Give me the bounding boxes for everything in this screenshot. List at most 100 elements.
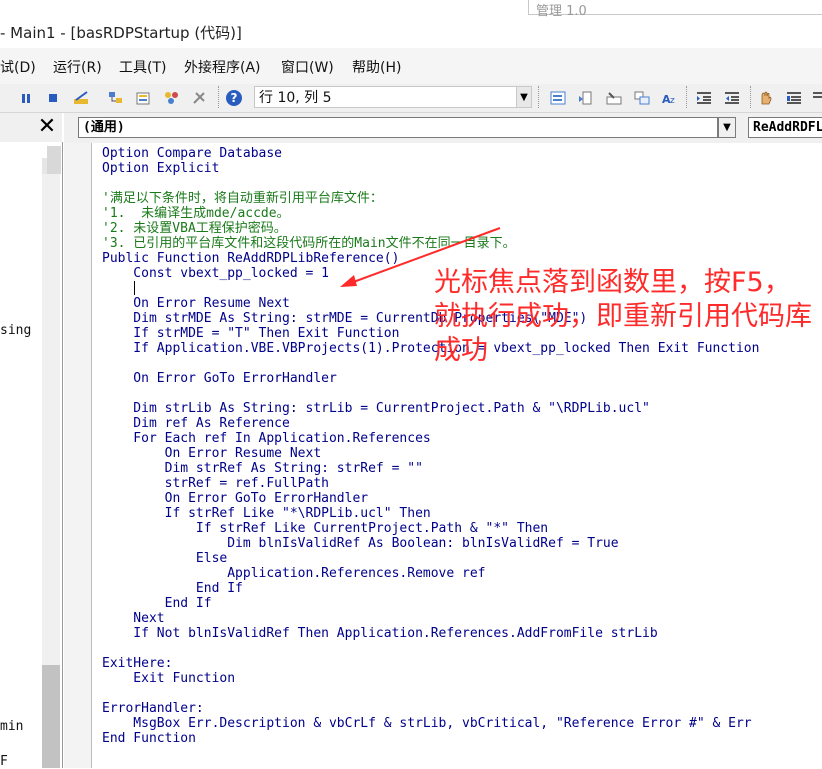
menu-help[interactable]: 帮助(H) bbox=[352, 57, 401, 77]
code-token: Else bbox=[102, 551, 228, 566]
code-token: On Error GoTo ErrorHandler bbox=[102, 371, 337, 386]
object-combo-chevron-down-icon[interactable]: ▼ bbox=[718, 117, 736, 138]
project-explorer-icon[interactable] bbox=[106, 88, 126, 108]
code-token: If strMDE = "T" Then Exit Function bbox=[102, 326, 400, 341]
quick-info-icon[interactable] bbox=[604, 88, 624, 108]
properties-icon[interactable] bbox=[134, 88, 154, 108]
code-comment: '1. 未编译生成mde/accde。 bbox=[102, 206, 290, 221]
code-line[interactable]: If strRef Like "*\RDPLib.ucl" Then bbox=[102, 506, 759, 521]
parameter-info-icon[interactable] bbox=[632, 88, 652, 108]
code-token: Dim strRef As String: strRef = "" bbox=[102, 461, 423, 476]
code-token: Exit Function bbox=[102, 671, 236, 686]
text-caret bbox=[134, 281, 135, 295]
code-token: If Not blnIsValidRef Then Application.Re… bbox=[102, 626, 658, 641]
toolbar-separator bbox=[218, 86, 221, 108]
code-line[interactable]: ​ bbox=[102, 176, 759, 191]
code-token: On Error Resume Next bbox=[102, 296, 290, 311]
code-token: Dim strLib As String: strLib = CurrentPr… bbox=[102, 401, 650, 416]
project-pane-scroll-thumb[interactable] bbox=[42, 665, 60, 768]
code-line[interactable]: On Error Resume Next bbox=[102, 446, 759, 461]
code-line[interactable]: Application.References.Remove ref bbox=[102, 566, 759, 581]
object-browser-icon[interactable] bbox=[162, 88, 182, 108]
code-line[interactable]: Option Explicit bbox=[102, 161, 759, 176]
toolbar-options-chevron-icon[interactable]: ▼ bbox=[516, 86, 532, 108]
code-token: On Error GoTo ErrorHandler bbox=[102, 491, 369, 506]
code-token: For Each ref In Application.References bbox=[102, 431, 431, 446]
code-line[interactable]: ​ bbox=[102, 386, 759, 401]
toolbox-icon[interactable] bbox=[190, 88, 210, 108]
code-comment: '满足以下条件时，将自动重新引用平台库文件： bbox=[102, 191, 383, 206]
project-item-fragment[interactable]: F bbox=[0, 754, 8, 769]
code-line[interactable]: MsgBox Err.Description & vbCrLf & strLib… bbox=[102, 716, 759, 731]
list-properties-icon[interactable] bbox=[548, 88, 568, 108]
code-token: Application.References.Remove ref bbox=[102, 566, 486, 581]
menu-debug[interactable]: 试(D) bbox=[0, 57, 36, 77]
code-token: Next bbox=[102, 611, 165, 626]
svg-text:z: z bbox=[670, 96, 675, 106]
code-token: ExitHere: bbox=[102, 656, 173, 671]
code-token: End If bbox=[102, 596, 212, 611]
code-line[interactable]: '满足以下条件时，将自动重新引用平台库文件： bbox=[102, 191, 759, 206]
code-line[interactable]: If strRef Like CurrentProject.Path & "*"… bbox=[102, 521, 759, 536]
uncomment-block-icon[interactable] bbox=[808, 88, 822, 108]
complete-word-icon[interactable]: Az bbox=[660, 88, 680, 108]
code-token: If strRef Like CurrentProject.Path & "*"… bbox=[102, 521, 549, 536]
menu-window[interactable]: 窗口(W) bbox=[281, 57, 334, 77]
indent-icon[interactable] bbox=[694, 88, 714, 108]
code-line[interactable]: strRef = ref.FullPath bbox=[102, 476, 759, 491]
annotation-text: 光标焦点落到函数里，按F5，就执行成功，即重新引用代码库成功 bbox=[434, 267, 812, 366]
code-line[interactable]: Dim ref As Reference bbox=[102, 416, 759, 431]
menu-run[interactable]: 运行(R) bbox=[53, 57, 102, 77]
outdent-icon[interactable] bbox=[722, 88, 742, 108]
code-line[interactable]: On Error GoTo ErrorHandler bbox=[102, 371, 759, 386]
code-line[interactable]: Else bbox=[102, 551, 759, 566]
code-line[interactable]: End If bbox=[102, 596, 759, 611]
code-line[interactable]: For Each ref In Application.References bbox=[102, 431, 759, 446]
svg-text:?: ? bbox=[231, 91, 238, 105]
object-combo[interactable]: (通用) bbox=[78, 117, 718, 138]
project-item-fragment[interactable]: min bbox=[0, 719, 23, 734]
code-line[interactable]: Next bbox=[102, 611, 759, 626]
help-icon[interactable]: ? bbox=[224, 88, 244, 108]
list-constants-icon[interactable] bbox=[576, 88, 596, 108]
code-token: On Error Resume Next bbox=[102, 446, 322, 461]
procedure-combo[interactable]: ReAddRDFLi bbox=[748, 117, 822, 138]
code-line[interactable]: Option Compare Database bbox=[102, 146, 759, 161]
stop-icon[interactable] bbox=[43, 88, 63, 108]
code-token: Dim ref As Reference bbox=[102, 416, 290, 431]
menu-addins[interactable]: 外接程序(A) bbox=[184, 57, 261, 77]
code-line[interactable]: Dim blnIsValidRef As Boolean: blnIsValid… bbox=[102, 536, 759, 551]
window-title: - Main1 - [basRDPStartup (代码)] bbox=[0, 24, 242, 42]
code-line[interactable]: End Function bbox=[102, 731, 759, 746]
code-token: Const vbext_pp_locked = 1 bbox=[102, 266, 329, 281]
pause-icon[interactable] bbox=[16, 88, 36, 108]
code-line[interactable]: Dim strRef As String: strRef = "" bbox=[102, 461, 759, 476]
code-line[interactable]: End If bbox=[102, 581, 759, 596]
background-window-title: 管理 1.0 bbox=[536, 4, 587, 19]
code-token: End Function bbox=[102, 731, 196, 746]
code-line[interactable]: ExitHere: bbox=[102, 656, 759, 671]
code-line[interactable]: ​ bbox=[102, 686, 759, 701]
code-token: strRef = ref.FullPath bbox=[102, 476, 329, 491]
code-comment: '2. 未设置VBA工程保护密码。 bbox=[102, 221, 287, 236]
menu-tools[interactable]: 工具(T) bbox=[119, 57, 166, 77]
toolbar-separator bbox=[750, 86, 753, 108]
code-line[interactable]: ​ bbox=[102, 641, 759, 656]
code-line[interactable]: ErrorHandler: bbox=[102, 701, 759, 716]
split-bar[interactable] bbox=[47, 146, 61, 174]
code-line[interactable]: '1. 未编译生成mde/accde。 bbox=[102, 206, 759, 221]
design-mode-icon[interactable] bbox=[72, 88, 92, 108]
toolbar-separator bbox=[538, 86, 541, 108]
toggle-breakpoint-icon[interactable] bbox=[756, 88, 776, 108]
code-line[interactable]: Exit Function bbox=[102, 671, 759, 686]
code-line[interactable]: Dim strLib As String: strLib = CurrentPr… bbox=[102, 401, 759, 416]
code-token: End If bbox=[102, 581, 243, 596]
code-line[interactable]: On Error GoTo ErrorHandler bbox=[102, 491, 759, 506]
code-token: MsgBox Err.Description & vbCrLf & strLib… bbox=[102, 716, 752, 731]
code-line[interactable]: If Not blnIsValidRef Then Application.Re… bbox=[102, 626, 759, 641]
project-item-fragment[interactable]: sing bbox=[0, 323, 31, 338]
cursor-position-display: 行 10, 列 5 bbox=[254, 86, 518, 108]
comment-block-icon[interactable] bbox=[784, 88, 804, 108]
close-icon[interactable]: ✕ bbox=[34, 114, 60, 140]
margin-indicator-bar[interactable] bbox=[64, 143, 92, 768]
